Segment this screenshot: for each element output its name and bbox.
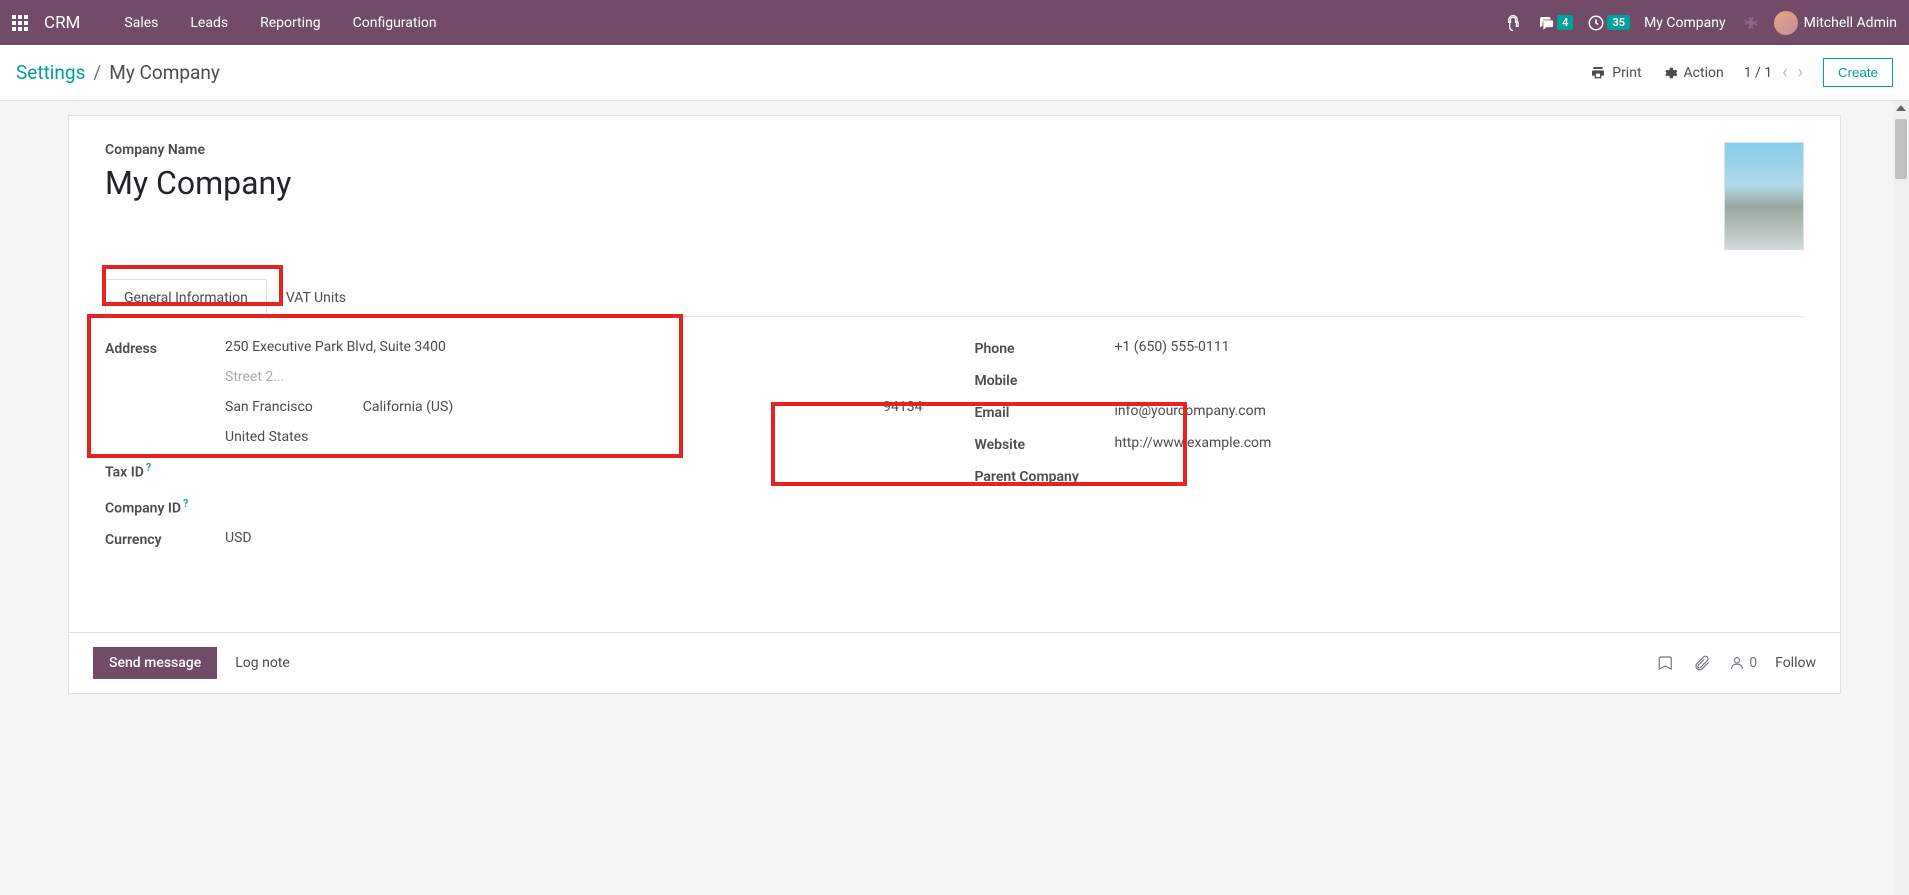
scrollbar[interactable]: [1893, 101, 1909, 895]
city-field[interactable]: San Francisco: [225, 399, 313, 415]
user-name: Mitchell Admin: [1804, 15, 1897, 31]
activities-icon[interactable]: 35: [1587, 14, 1630, 32]
attachments-icon[interactable]: [1693, 654, 1711, 672]
nav-sales[interactable]: Sales: [108, 15, 174, 31]
parent-company-label: Parent Company: [975, 467, 1115, 485]
form-left-column: Address 250 Executive Park Blvd, Suite 3…: [105, 339, 935, 562]
followers-button[interactable]: 0: [1729, 655, 1757, 671]
create-button[interactable]: Create: [1823, 58, 1893, 87]
log-note-button[interactable]: Log note: [235, 655, 290, 671]
state-field[interactable]: California (US): [363, 399, 453, 415]
company-name-label: Company Name: [105, 142, 1724, 158]
taxid-help-icon[interactable]: ?: [146, 461, 151, 474]
nav-reporting[interactable]: Reporting: [244, 15, 337, 31]
website-label: Website: [975, 435, 1115, 453]
companyid-help-icon[interactable]: ?: [183, 497, 188, 510]
address-label: Address: [105, 339, 225, 357]
support-icon[interactable]: [1503, 13, 1523, 33]
phone-label: Phone: [975, 339, 1115, 357]
print-icon: [1590, 65, 1606, 81]
user-icon: [1729, 655, 1745, 671]
email-field[interactable]: info@yourcompany.com: [1115, 403, 1805, 419]
send-message-button[interactable]: Send message: [93, 647, 217, 679]
form-right-column: Phone +1 (650) 555-0111 Mobile Email inf…: [975, 339, 1805, 562]
action-button[interactable]: Action: [1662, 65, 1724, 81]
company-image[interactable]: [1724, 142, 1804, 250]
nav-configuration[interactable]: Configuration: [337, 15, 453, 31]
top-nav: CRM Sales Leads Reporting Configuration …: [0, 0, 1909, 45]
pager-prev[interactable]: ‹: [1782, 62, 1787, 83]
messaging-badge: 4: [1557, 15, 1573, 30]
chatter-bar: Send message Log note 0 Follow: [68, 633, 1841, 694]
avatar: [1774, 11, 1798, 35]
taxid-label: Tax ID?: [105, 459, 225, 481]
mobile-label: Mobile: [975, 371, 1115, 389]
print-label: Print: [1612, 65, 1641, 81]
page-header: Settings / My Company Print Action 1 / 1…: [0, 45, 1909, 101]
pager-next[interactable]: ›: [1798, 62, 1803, 83]
main-content: Company Name My Company General Informat…: [0, 101, 1909, 895]
breadcrumb-current: My Company: [109, 61, 220, 84]
phone-field[interactable]: +1 (650) 555-0111: [1115, 339, 1805, 355]
apps-menu-icon[interactable]: [12, 15, 28, 31]
user-menu[interactable]: Mitchell Admin: [1774, 11, 1897, 35]
companyid-label: Company ID?: [105, 495, 225, 517]
street-field[interactable]: 250 Executive Park Blvd, Suite 3400: [225, 339, 935, 355]
pager: 1 / 1 ‹ ›: [1744, 62, 1803, 83]
activities-icon[interactable]: [1657, 654, 1675, 672]
zip-field[interactable]: 94134: [883, 399, 934, 415]
print-button[interactable]: Print: [1590, 65, 1641, 81]
nav-brand[interactable]: CRM: [44, 13, 80, 33]
follow-button[interactable]: Follow: [1775, 655, 1816, 671]
activities-badge: 35: [1607, 15, 1630, 30]
form-tabs: General Information VAT Units: [105, 278, 1804, 317]
messaging-icon[interactable]: 4: [1537, 14, 1573, 32]
gear-icon: [1662, 65, 1678, 81]
email-label: Email: [975, 403, 1115, 421]
breadcrumb-settings[interactable]: Settings: [16, 61, 85, 84]
pager-count: 1 / 1: [1744, 65, 1772, 81]
website-field[interactable]: http://www.example.com: [1115, 435, 1805, 451]
breadcrumb: Settings / My Company: [16, 61, 220, 84]
action-label: Action: [1684, 65, 1724, 81]
company-selector[interactable]: My Company: [1644, 15, 1726, 31]
country-field[interactable]: United States: [225, 429, 935, 445]
currency-field[interactable]: USD: [225, 530, 935, 546]
debug-icon[interactable]: [1740, 13, 1760, 33]
breadcrumb-separator: /: [93, 61, 101, 84]
nav-leads[interactable]: Leads: [174, 15, 244, 31]
tab-general-information[interactable]: General Information: [105, 279, 267, 317]
followers-count: 0: [1749, 655, 1757, 671]
currency-label: Currency: [105, 530, 225, 548]
form-card: Company Name My Company General Informat…: [68, 115, 1841, 633]
company-name-field[interactable]: My Company: [105, 164, 1724, 202]
tab-vat-units[interactable]: VAT Units: [267, 279, 365, 317]
street2-field[interactable]: Street 2...: [225, 369, 935, 385]
